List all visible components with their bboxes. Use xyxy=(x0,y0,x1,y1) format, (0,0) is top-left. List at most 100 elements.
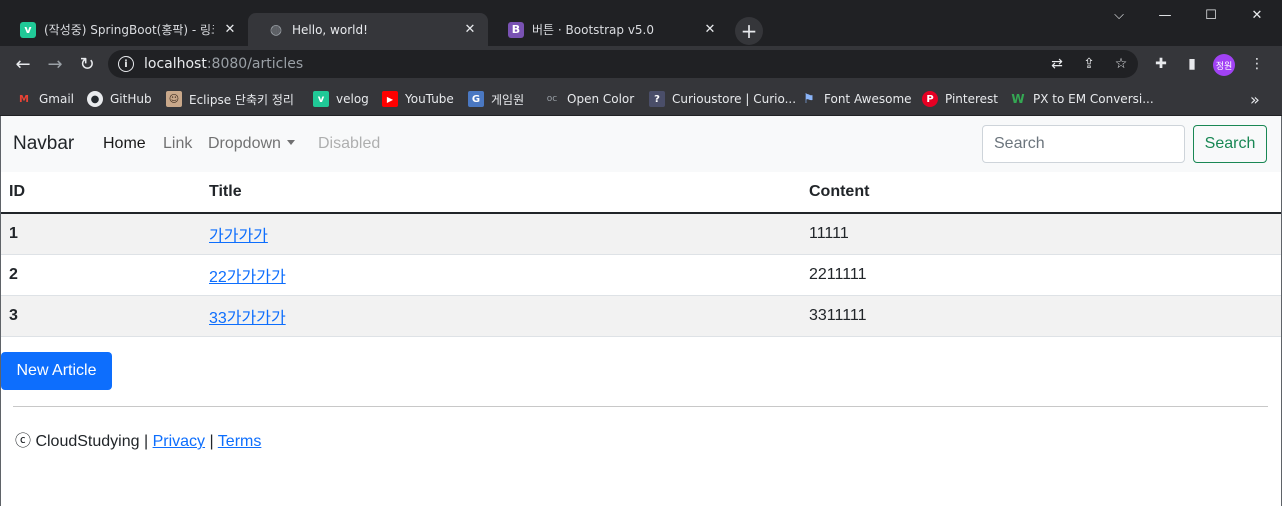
table-header-row: ID Title Content xyxy=(1,172,1281,214)
bookmark-pxtoem[interactable]: W PX to EM Conversi... xyxy=(1010,89,1154,109)
article-id: 2 xyxy=(1,254,201,296)
bookmark-eclipse[interactable]: ☺ Eclipse 단축키 정리 xyxy=(166,89,294,109)
tab-hello-world[interactable]: ◍ Hello, world! ✕ xyxy=(248,13,488,46)
article-title-cell: 22가가가가 xyxy=(201,254,801,296)
back-icon[interactable]: ← xyxy=(9,50,37,78)
article-title-cell: 가가가가 xyxy=(201,213,801,255)
avatar[interactable]: 정원 xyxy=(1213,54,1235,76)
bookmark-label: Pinterest xyxy=(945,92,999,106)
article-content: 3311111 xyxy=(801,295,1281,337)
column-header-id: ID xyxy=(1,172,201,214)
article-id: 3 xyxy=(1,295,201,337)
more-bookmarks-icon[interactable]: » xyxy=(1250,89,1260,109)
bookmarks-bar: M Gmail ● GitHub ☺ Eclipse 단축키 정리 v velog ▶ Y… xyxy=(0,82,1282,116)
side-panel-icon[interactable]: ▮ xyxy=(1182,54,1202,74)
bookmark-pinterest[interactable]: P Pinterest xyxy=(922,89,998,109)
browser-toolbar: ← → ↻ i localhost:8080/articles ⇄ ⇪ ☆ ✚ … xyxy=(0,46,1282,82)
bookmark-label: GitHub xyxy=(110,92,152,106)
tab-search-icon[interactable]: ⌵ xyxy=(1096,0,1142,30)
article-content: 11111 xyxy=(801,213,1281,255)
bookmark-youtube[interactable]: ▶ YouTube xyxy=(382,89,454,109)
forward-icon[interactable]: → xyxy=(41,50,69,78)
search-button[interactable]: Search xyxy=(1193,125,1267,163)
table-row: 3 33가가가가 3311111 xyxy=(1,295,1281,337)
window-close-icon[interactable]: ✕ xyxy=(1234,0,1280,30)
curio-icon: ? xyxy=(649,91,665,107)
new-article-button[interactable]: New Article xyxy=(1,352,112,390)
bookmark-curioustore[interactable]: ? Curioustore | Curio... xyxy=(649,89,796,109)
youtube-icon: ▶ xyxy=(382,91,398,107)
star-icon[interactable]: ☆ xyxy=(1111,54,1131,74)
bookmark-label: Gmail xyxy=(39,92,75,106)
url-host: localhost xyxy=(144,56,207,72)
pinterest-icon: P xyxy=(922,91,938,107)
article-title-link[interactable]: 33가가가가 xyxy=(209,310,286,327)
tab-bootstrap[interactable]: B 버튼 · Bootstrap v5.0 ✕ xyxy=(488,13,728,46)
avatar-icon: ☺ xyxy=(166,91,182,107)
address-bar[interactable]: i localhost:8080/articles xyxy=(108,50,1138,78)
table-row: 2 22가가가가 2211111 xyxy=(1,254,1281,296)
nav-link-link[interactable]: Link xyxy=(163,135,192,153)
url-path: :8080/articles xyxy=(206,56,304,72)
navbar: Navbar Home Link Dropdown Disabled Searc… xyxy=(1,116,1281,172)
bookmark-label: velog xyxy=(336,92,369,106)
article-id: 1 xyxy=(1,213,201,255)
bookmark-label: 게임원 xyxy=(491,92,525,107)
minimize-icon[interactable]: — xyxy=(1142,0,1188,30)
velog-icon: v xyxy=(313,91,329,107)
nav-dropdown[interactable]: Dropdown xyxy=(208,135,295,153)
bookmark-opencolor[interactable]: oc Open Color xyxy=(544,89,634,109)
tab-title: Hello, world! xyxy=(292,22,368,37)
extensions-icon[interactable]: ✚ xyxy=(1151,54,1171,74)
flag-icon: ⚑ xyxy=(803,91,815,107)
tab-springboot[interactable]: v (작성중) SpringBoot(홍팍) - 링크 ✕ xyxy=(0,13,248,46)
bookmark-velog[interactable]: v velog xyxy=(313,89,369,109)
article-title-link[interactable]: 가가가가 xyxy=(209,228,268,245)
article-content: 2211111 xyxy=(801,254,1281,296)
reload-icon[interactable]: ↻ xyxy=(73,50,101,78)
w-icon: W xyxy=(1011,92,1025,106)
velog-icon: v xyxy=(20,21,36,38)
close-icon[interactable]: ✕ xyxy=(702,22,718,38)
menu-icon[interactable]: ⋮ xyxy=(1247,54,1267,74)
url-text: localhost:8080/articles xyxy=(144,56,303,72)
footer-separator: | xyxy=(209,433,214,450)
bookmark-label: YouTube xyxy=(405,92,454,106)
bookmark-gameone[interactable]: G 게임원 xyxy=(468,89,524,109)
footer-divider xyxy=(13,406,1268,407)
bookmark-gmail[interactable]: M Gmail xyxy=(16,89,74,109)
terms-link[interactable]: Terms xyxy=(218,433,262,450)
column-header-content: Content xyxy=(801,172,1281,214)
article-title-cell: 33가가가가 xyxy=(201,295,801,337)
translate-icon[interactable]: ⇄ xyxy=(1047,54,1067,74)
close-icon[interactable]: ✕ xyxy=(462,22,478,38)
article-title-link[interactable]: 22가가가가 xyxy=(209,269,286,286)
bootstrap-icon: B xyxy=(508,21,524,38)
bookmark-fontawesome[interactable]: ⚑ Font Awesome xyxy=(801,89,911,109)
tab-strip: v (작성중) SpringBoot(홍팍) - 링크 ✕ ◍ Hello, w… xyxy=(0,0,1282,46)
nav-link-home[interactable]: Home xyxy=(103,135,146,153)
page-viewport: Navbar Home Link Dropdown Disabled Searc… xyxy=(0,116,1282,506)
tab-title: 버튼 · Bootstrap v5.0 xyxy=(532,23,655,37)
maximize-icon[interactable]: ☐ xyxy=(1188,0,1234,30)
nav-dropdown-label: Dropdown xyxy=(208,135,281,152)
share-icon[interactable]: ⇪ xyxy=(1079,54,1099,74)
close-icon[interactable]: ✕ xyxy=(222,22,238,38)
footer: ⓒ CloudStudying | Privacy | Terms xyxy=(15,427,261,451)
bookmark-label: PX to EM Conversi... xyxy=(1033,92,1154,106)
navbar-brand[interactable]: Navbar xyxy=(13,133,74,155)
table-row: 1 가가가가 11111 xyxy=(1,213,1281,255)
column-header-title: Title xyxy=(201,172,801,214)
articles-table: ID Title Content 1 가가가가 11111 2 22가가가가 2… xyxy=(1,172,1281,337)
g-icon: G xyxy=(468,91,484,107)
privacy-link[interactable]: Privacy xyxy=(153,433,205,450)
bookmark-github[interactable]: ● GitHub xyxy=(87,89,152,109)
footer-copyright: ⓒ CloudStudying | xyxy=(15,433,149,450)
new-tab-button[interactable]: + xyxy=(735,17,763,45)
gmail-icon: M xyxy=(19,93,29,105)
search-input[interactable] xyxy=(982,125,1185,163)
tab-title: (작성중) SpringBoot(홍팍) - 링크 xyxy=(44,23,214,37)
nav-link-disabled: Disabled xyxy=(318,135,381,152)
bookmark-label: Eclipse 단축키 정리 xyxy=(189,92,294,107)
info-icon[interactable]: i xyxy=(118,56,134,72)
